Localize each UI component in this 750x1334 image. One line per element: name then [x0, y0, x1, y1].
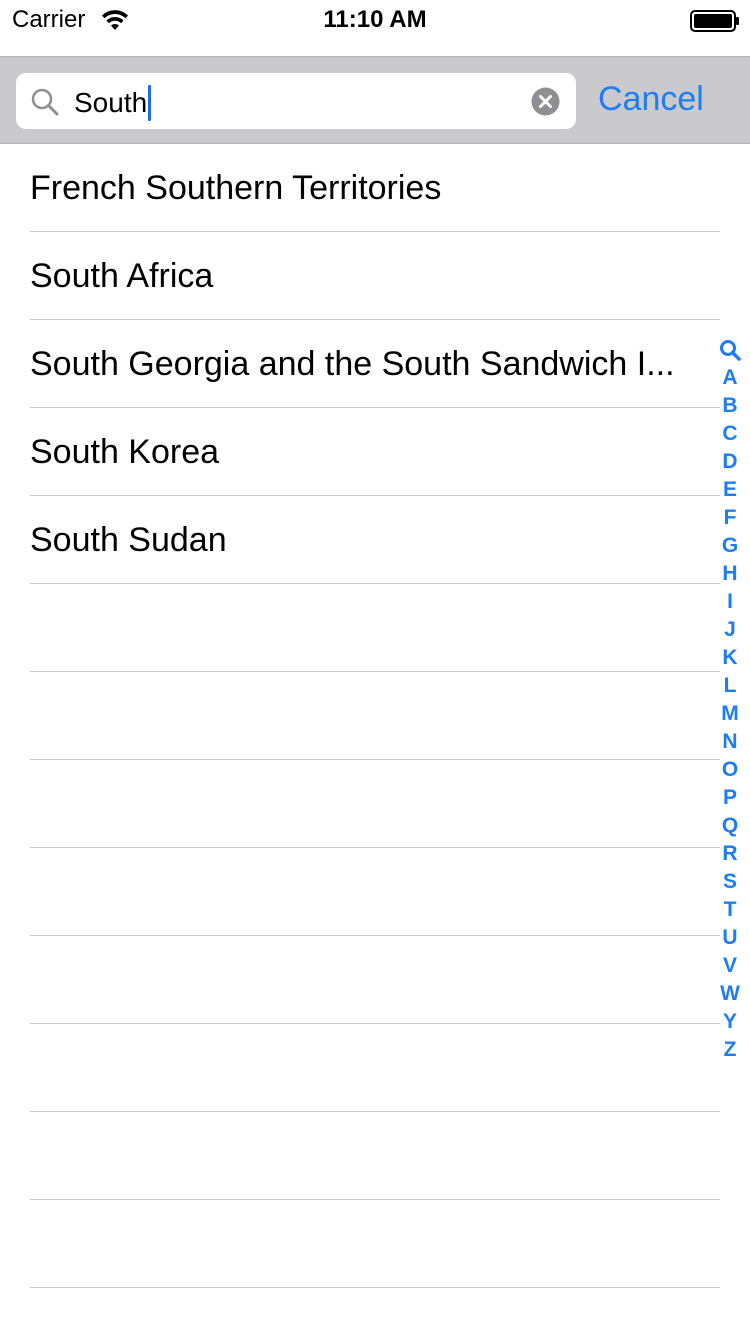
search-input-value: South: [74, 87, 148, 118]
index-letter[interactable]: R: [720, 840, 740, 868]
list-item[interactable]: South Sudan: [0, 496, 750, 584]
list-item-label: French Southern Territories: [30, 169, 442, 207]
index-letter[interactable]: K: [720, 644, 740, 672]
search-field[interactable]: South: [16, 73, 576, 129]
index-letter[interactable]: C: [720, 420, 740, 448]
index-letter[interactable]: S: [720, 868, 740, 896]
list-item-label: South Sudan: [30, 521, 227, 559]
clear-icon[interactable]: [531, 87, 560, 116]
status-time: 11:10 AM: [323, 6, 427, 33]
list-item-label: South Korea: [30, 433, 220, 471]
index-letters: ABCDEFGHIJKLMNOPQRSTUVWYZ: [720, 364, 740, 1064]
index-letter[interactable]: L: [720, 672, 740, 700]
results-list: French Southern Territories South Africa…: [0, 144, 750, 1288]
empty-row: [0, 936, 750, 1024]
index-letter[interactable]: V: [720, 952, 740, 980]
index-letter[interactable]: E: [720, 476, 740, 504]
index-letter[interactable]: U: [720, 924, 740, 952]
index-letter[interactable]: I: [720, 588, 740, 616]
battery-icon: [690, 10, 740, 32]
empty-row: [0, 672, 750, 760]
index-letter[interactable]: N: [720, 728, 740, 756]
index-letter[interactable]: P: [720, 784, 740, 812]
empty-row: [0, 848, 750, 936]
screen: Carrier 11:10 AM South Cancel French Sou…: [0, 0, 750, 1334]
list-item[interactable]: South Georgia and the South Sandwich I..…: [0, 320, 750, 408]
list-item[interactable]: South Korea: [0, 408, 750, 496]
cancel-button[interactable]: Cancel: [598, 79, 704, 119]
row-separator: [30, 1287, 720, 1288]
index-letter[interactable]: Z: [720, 1036, 740, 1064]
list-item-label: South Africa: [30, 257, 214, 295]
section-index[interactable]: ABCDEFGHIJKLMNOPQRSTUVWYZ: [716, 336, 744, 1064]
list-item[interactable]: South Africa: [0, 232, 750, 320]
index-letter[interactable]: O: [720, 756, 740, 784]
index-letter[interactable]: H: [720, 560, 740, 588]
search-icon: [30, 87, 60, 117]
index-search-icon[interactable]: [719, 336, 741, 364]
empty-row: [0, 1024, 750, 1112]
text-caret: [148, 85, 152, 121]
index-letter[interactable]: D: [720, 448, 740, 476]
index-letter[interactable]: F: [720, 504, 740, 532]
index-letter[interactable]: A: [720, 364, 740, 392]
index-letter[interactable]: B: [720, 392, 740, 420]
empty-row: [0, 1112, 750, 1200]
index-letter[interactable]: Q: [720, 812, 740, 840]
status-bar: Carrier 11:10 AM: [0, 0, 750, 40]
search-input[interactable]: South: [74, 85, 152, 121]
empty-row: [0, 584, 750, 672]
index-letter[interactable]: Y: [720, 1008, 740, 1036]
list-item[interactable]: French Southern Territories: [0, 144, 750, 232]
list-item-label: South Georgia and the South Sandwich I..…: [30, 345, 675, 383]
empty-row: [0, 760, 750, 848]
index-letter[interactable]: M: [720, 700, 740, 728]
search-bar: South Cancel: [0, 56, 750, 144]
index-letter[interactable]: T: [720, 896, 740, 924]
index-letter[interactable]: W: [720, 980, 740, 1008]
index-letter[interactable]: J: [720, 616, 740, 644]
empty-row: [0, 1200, 750, 1288]
index-letter[interactable]: G: [720, 532, 740, 560]
